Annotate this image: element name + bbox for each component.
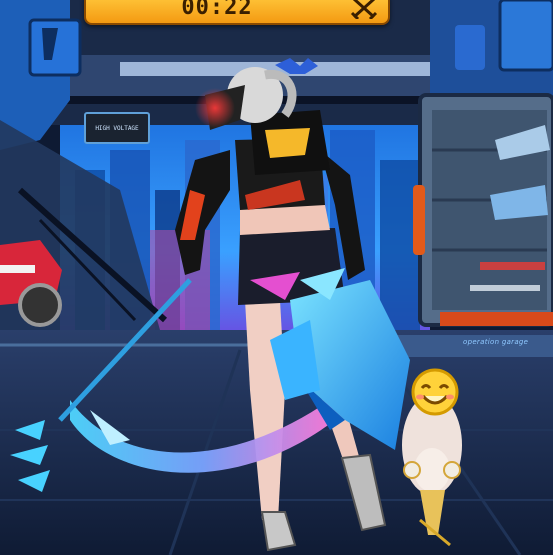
match-timer-banner: 00:22: [84, 0, 390, 25]
weapon-rack: [413, 93, 553, 327]
game-scene: [0, 0, 553, 555]
smiling-face-emote-icon: [411, 368, 459, 416]
match-timer: 00:22: [181, 0, 253, 20]
crossed-swords-icon: [350, 0, 378, 19]
wall-sign-text: HIGH VOLTAGE: [95, 124, 139, 132]
floor-sign: operation garage: [463, 338, 529, 346]
wall-sign: HIGH VOLTAGE: [84, 112, 150, 144]
